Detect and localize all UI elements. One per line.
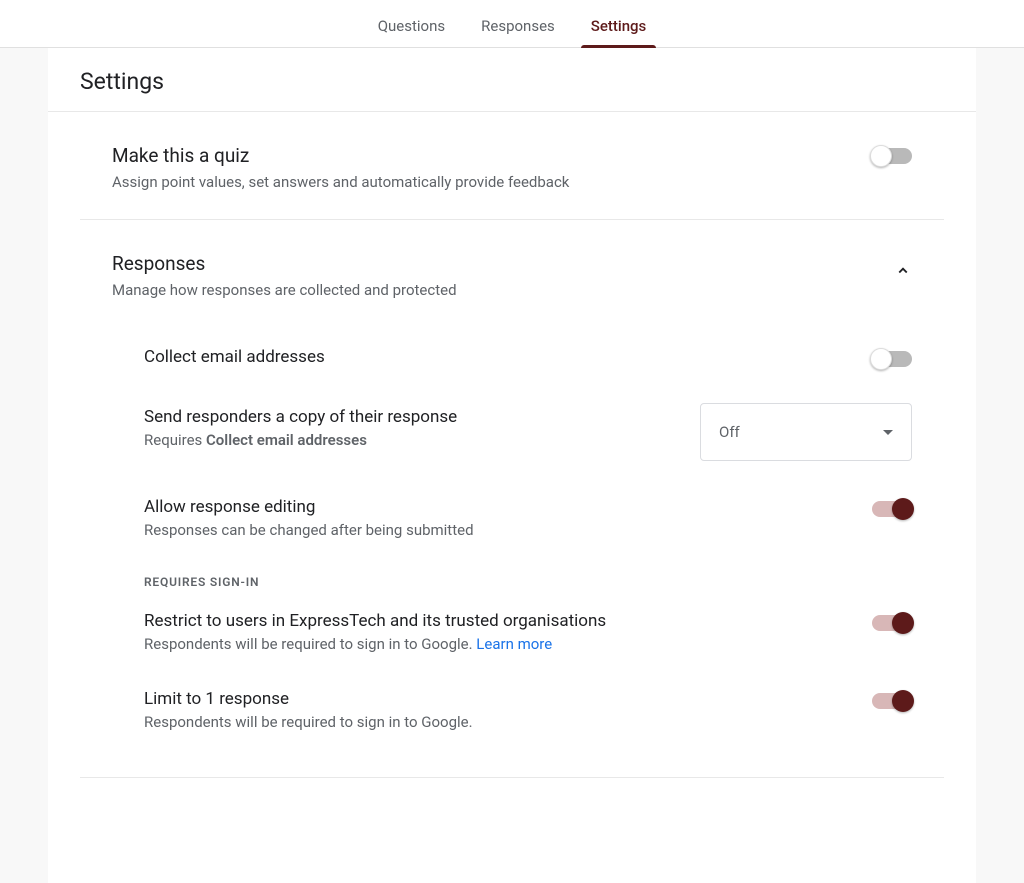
send-copy-dropdown-value: Off: [719, 423, 740, 441]
allow-edit-toggle[interactable]: [872, 501, 912, 517]
chevron-up-icon[interactable]: [894, 262, 912, 284]
quiz-toggle[interactable]: [872, 148, 912, 164]
responses-subtitle: Manage how responses are collected and p…: [112, 281, 457, 299]
send-copy-title: Send responders a copy of their response: [144, 407, 700, 427]
quiz-title: Make this a quiz: [112, 144, 569, 167]
row-send-copy: Send responders a copy of their response…: [144, 389, 912, 479]
limit-subtitle: Respondents will be required to sign in …: [144, 713, 872, 731]
row-restrict: Restrict to users in ExpressTech and its…: [144, 593, 912, 671]
section-quiz: Make this a quiz Assign point values, se…: [80, 112, 944, 220]
tab-settings[interactable]: Settings: [587, 5, 651, 47]
learn-more-link[interactable]: Learn more: [476, 635, 552, 653]
page-title: Settings: [48, 48, 976, 112]
limit-toggle[interactable]: [872, 693, 912, 709]
top-tab-bar: Questions Responses Settings: [0, 0, 1024, 48]
caret-down-icon: [883, 430, 893, 435]
send-copy-dropdown[interactable]: Off: [700, 403, 912, 461]
limit-title: Limit to 1 response: [144, 689, 872, 709]
collect-email-toggle[interactable]: [872, 351, 912, 367]
tab-responses[interactable]: Responses: [477, 5, 559, 47]
restrict-title: Restrict to users in ExpressTech and its…: [144, 611, 872, 631]
allow-edit-subtitle: Responses can be changed after being sub…: [144, 521, 872, 539]
send-copy-subtitle: Requires Collect email addresses: [144, 431, 700, 449]
row-allow-edit: Allow response editing Responses can be …: [144, 479, 912, 557]
collect-email-title: Collect email addresses: [144, 347, 872, 367]
row-collect-email: Collect email addresses: [144, 329, 912, 389]
restrict-toggle[interactable]: [872, 615, 912, 631]
responses-title: Responses: [112, 252, 457, 275]
allow-edit-title: Allow response editing: [144, 497, 872, 517]
restrict-subtitle: Respondents will be required to sign in …: [144, 635, 872, 653]
section-responses: Responses Manage how responses are colle…: [80, 220, 944, 778]
tab-questions[interactable]: Questions: [374, 5, 449, 47]
quiz-subtitle: Assign point values, set answers and aut…: [112, 173, 569, 191]
requires-signin-label: REQUIRES SIGN-IN: [144, 557, 912, 593]
row-limit: Limit to 1 response Respondents will be …: [144, 671, 912, 749]
responses-sub-items: Collect email addresses Send responders …: [112, 299, 912, 749]
settings-page: Settings Make this a quiz Assign point v…: [48, 48, 976, 883]
